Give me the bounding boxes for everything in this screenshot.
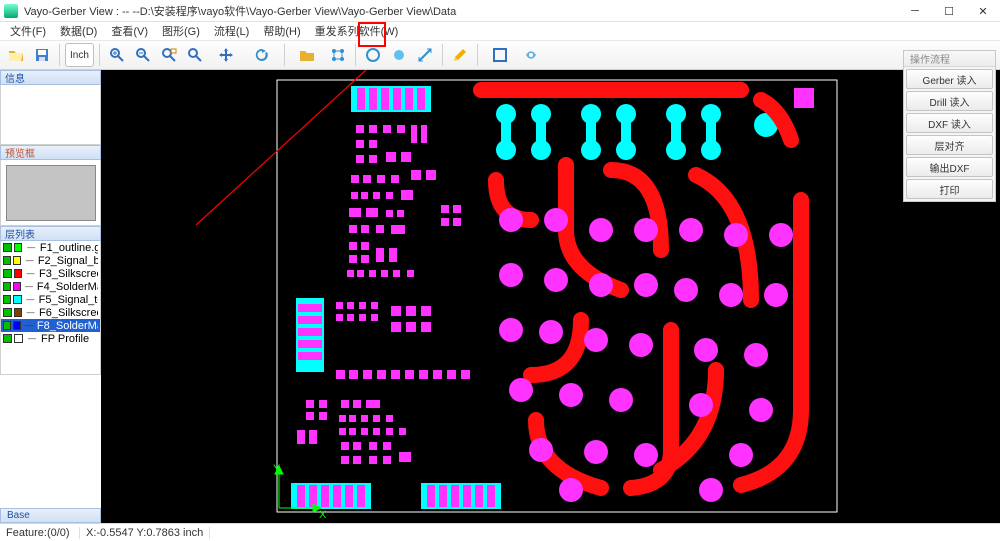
menu-view[interactable]: 查看(V) (105, 23, 154, 39)
layer-linestyle-icon: — (24, 308, 37, 317)
layer-linestyle-icon: — (25, 334, 39, 343)
pencil-tool-button[interactable] (448, 43, 472, 67)
preview-thumbnail[interactable] (6, 165, 96, 221)
status-bar: Feature:(0/0) X:-0.5547 Y:0.7863 inch (0, 523, 1000, 541)
menu-file[interactable]: 文件(F) (4, 23, 52, 39)
open-button[interactable] (4, 43, 28, 67)
layer-visible-icon[interactable] (3, 308, 12, 317)
layer-name-label: F5_Signal_to (39, 294, 98, 306)
menu-series[interactable]: 重发系列软件(W) (309, 23, 405, 39)
status-feature: Feature:(0/0) (0, 527, 80, 539)
layer-row[interactable]: —F5_Signal_to (1, 293, 100, 306)
layer-color-swatch[interactable] (13, 282, 21, 291)
layer-visible-icon[interactable] (3, 334, 12, 343)
layer-row[interactable]: —F6_Silkscree (1, 306, 100, 319)
window-title: Vayo-Gerber View : -- --D:\安装程序\vayo软件\V… (24, 3, 996, 19)
layer-row[interactable]: —F2_Signal_bo (1, 254, 100, 267)
btn-drill-import[interactable]: Drill 读入 (906, 91, 993, 111)
toolbar: Inch (0, 40, 1000, 70)
menu-flow[interactable]: 流程(L) (208, 23, 255, 39)
title-bar: Vayo-Gerber View : -- --D:\安装程序\vayo软件\V… (0, 0, 1000, 22)
save-button[interactable] (30, 43, 54, 67)
menu-data[interactable]: 数据(D) (54, 23, 103, 39)
layer-name-label: FP Profile (41, 333, 89, 345)
layer-visible-icon[interactable] (3, 256, 11, 265)
layer-linestyle-icon: — (23, 321, 35, 330)
layer-linestyle-icon: — (24, 243, 37, 252)
btn-print[interactable]: 打印 (906, 179, 993, 199)
workflow-panel-header: 操作流程 (904, 51, 995, 67)
layer-name-label: F2_Signal_bo (38, 255, 98, 267)
workflow-panel: 操作流程 Gerber 读入 Drill 读入 DXF 读入 层对齐 输出DXF… (903, 50, 996, 202)
layer-color-swatch[interactable] (13, 256, 21, 265)
pan-button[interactable] (209, 43, 243, 67)
layer-row[interactable]: —F8_SolderMas (1, 319, 100, 332)
left-sidebar: 信息 预览框 层列表 —F1_outline.g—F2_Signal_bo—F3… (0, 70, 101, 523)
base-tab[interactable]: Base (0, 508, 101, 523)
layer-name-label: F8_SolderMas (37, 320, 98, 332)
layer-color-swatch[interactable] (14, 269, 23, 278)
highlight-button[interactable] (387, 43, 411, 67)
preview-panel-header: 预览框 (0, 145, 101, 160)
layer-color-swatch[interactable] (13, 321, 21, 330)
app-icon (4, 4, 18, 18)
zoom-window-button[interactable] (157, 43, 181, 67)
align-button[interactable] (326, 43, 350, 67)
status-coord: X:-0.5547 Y:0.7863 inch (80, 527, 210, 539)
info-panel (0, 85, 101, 145)
layer-name-label: F1_outline.g (40, 242, 98, 254)
info-panel-header: 信息 (0, 70, 101, 85)
layer-color-swatch[interactable] (14, 334, 23, 343)
layer-visible-icon[interactable] (3, 243, 12, 252)
measure-button[interactable] (413, 43, 437, 67)
layer-color-swatch[interactable] (13, 295, 21, 304)
pcb-canvas[interactable]: Y X (101, 70, 1000, 523)
layer-row[interactable]: —F3_Silkscree (1, 267, 100, 280)
close-button[interactable]: ✕ (966, 0, 1000, 22)
btn-export-dxf[interactable]: 输出DXF (906, 157, 993, 177)
layer-visible-icon[interactable] (3, 282, 11, 291)
layer-color-swatch[interactable] (14, 243, 23, 252)
layer-color-swatch[interactable] (14, 308, 23, 317)
layers-button[interactable] (290, 43, 324, 67)
axis-y-label: Y (273, 463, 281, 475)
layer-linestyle-icon: — (24, 269, 37, 278)
layer-linestyle-icon: — (23, 256, 35, 265)
clear-button[interactable] (519, 43, 543, 67)
axis-x-label: X (319, 509, 327, 521)
layer-visible-icon[interactable] (3, 321, 11, 330)
btn-layer-align[interactable]: 层对齐 (906, 135, 993, 155)
maximize-button[interactable]: ☐ (932, 0, 966, 22)
layer-linestyle-icon: — (23, 282, 35, 291)
layer-name-label: F3_Silkscree (39, 268, 98, 280)
layer-row[interactable]: —F1_outline.g (1, 241, 100, 254)
layer-visible-icon[interactable] (3, 295, 11, 304)
btn-gerber-import[interactable]: Gerber 读入 (906, 69, 993, 89)
menu-graphic[interactable]: 图形(G) (156, 23, 206, 39)
zoom-out-button[interactable] (131, 43, 155, 67)
circle-tool-button[interactable] (361, 43, 385, 67)
refresh-button[interactable] (245, 43, 279, 67)
layer-row[interactable]: —FP Profile (1, 332, 100, 345)
layer-name-label: F4_SolderMas (37, 281, 98, 293)
layer-visible-icon[interactable] (3, 269, 12, 278)
layer-list[interactable]: —F1_outline.g—F2_Signal_bo—F3_Silkscree—… (0, 241, 101, 375)
rect-select-button[interactable] (483, 43, 517, 67)
menu-help[interactable]: 帮助(H) (257, 23, 306, 39)
menu-bar: 文件(F) 数据(D) 查看(V) 图形(G) 流程(L) 帮助(H) 重发系列… (0, 22, 1000, 40)
layer-row[interactable]: —F4_SolderMas (1, 280, 100, 293)
btn-dxf-import[interactable]: DXF 读入 (906, 113, 993, 133)
layer-name-label: F6_Silkscree (39, 307, 98, 319)
zoom-in-button[interactable] (105, 43, 129, 67)
zoom-fit-button[interactable] (183, 43, 207, 67)
minimize-button[interactable]: ─ (898, 0, 932, 22)
layerlist-header: 层列表 (0, 226, 101, 241)
layer-linestyle-icon: — (24, 295, 37, 304)
unit-toggle[interactable]: Inch (65, 43, 94, 67)
